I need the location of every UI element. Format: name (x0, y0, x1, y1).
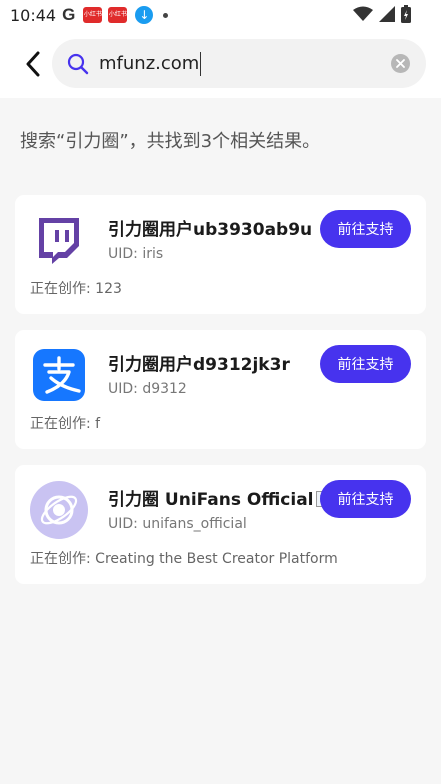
search-box[interactable]: mfunz.com (52, 39, 426, 88)
search-input[interactable]: mfunz.com (99, 51, 202, 76)
status-time: 10:44 (10, 5, 57, 25)
more-notifications-dot (163, 12, 169, 18)
result-card[interactable]: 引力圈用户ub3930ab9u UID: iris 正在创作: 123 前往支持 (15, 195, 426, 314)
user-name: 引力圈 UniFans Official (108, 485, 332, 510)
user-uid: UID: d9312 (108, 381, 187, 397)
status-indicators (353, 5, 411, 23)
twitch-icon (39, 218, 79, 264)
user-uid: UID: unifans_official (108, 516, 247, 532)
avatar (30, 211, 88, 269)
alipay-icon (33, 349, 85, 401)
user-name-text: 引力圈 UniFans Official (108, 490, 314, 510)
google-icon: G (62, 5, 76, 24)
clear-search-button[interactable] (391, 54, 410, 73)
unifans-logo-icon (30, 481, 88, 539)
wifi-icon (353, 6, 373, 21)
user-name: 引力圈用户ub3930ab9u (108, 220, 313, 240)
result-card[interactable]: 引力圈 UniFans Official UID: unifans_offici… (15, 465, 426, 584)
search-icon (67, 53, 89, 74)
xiaohongshu-icon-2: 小红书 (108, 7, 128, 23)
battery-icon (401, 5, 411, 23)
creating-description: 正在创作: f (30, 416, 101, 432)
cell-signal-icon (379, 6, 395, 22)
chevron-left-icon (26, 51, 40, 77)
result-card[interactable]: 引力圈用户d9312jk3r UID: d9312 正在创作: f 前往支持 (15, 330, 426, 449)
user-name: 引力圈用户d9312jk3r (108, 355, 290, 375)
download-icon: ↓ (135, 6, 154, 24)
support-button[interactable]: 前往支持 (320, 480, 411, 518)
creating-description: 正在创作: Creating the Best Creator Platform (30, 551, 338, 567)
creating-description: 正在创作: 123 (30, 281, 122, 297)
back-button[interactable] (20, 50, 46, 78)
support-button[interactable]: 前往支持 (320, 345, 411, 383)
status-bar: 10:44 G 小红书 小红书 ↓ (0, 0, 441, 30)
search-header: mfunz.com (0, 30, 441, 98)
support-button[interactable]: 前往支持 (320, 210, 411, 248)
avatar (30, 481, 88, 539)
xiaohongshu-icon: 小红书 (83, 7, 103, 23)
close-icon (396, 59, 405, 68)
avatar (30, 346, 88, 404)
results-summary: 搜索“引力圈”，共找到3个相关结果。 (20, 131, 321, 152)
user-uid: UID: iris (108, 246, 164, 262)
